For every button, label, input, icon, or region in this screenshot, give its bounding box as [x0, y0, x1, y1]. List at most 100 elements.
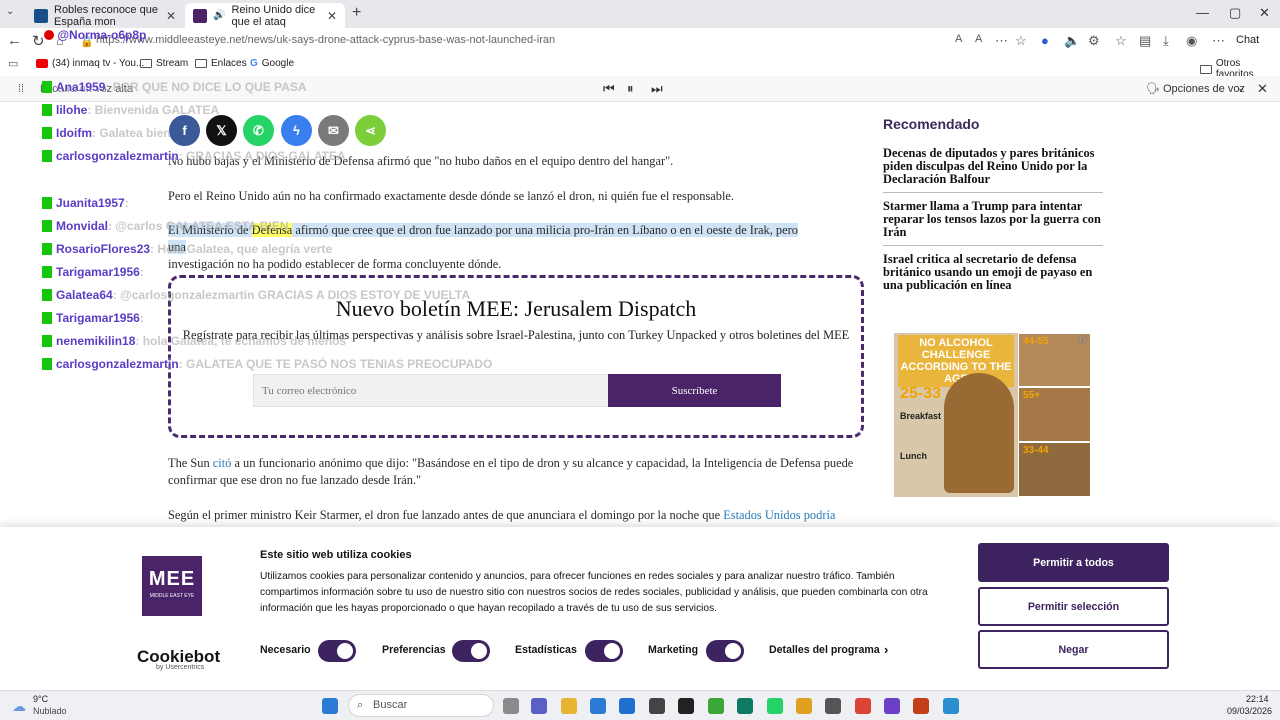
profile-icon[interactable]: ◉: [1186, 33, 1197, 49]
copilot-chat-button[interactable]: Chat: [1236, 34, 1259, 46]
recommended-item[interactable]: Decenas de diputados y pares británicos …: [883, 147, 1103, 193]
facebook-share-button[interactable]: f: [169, 115, 200, 146]
chrome-icon[interactable]: [796, 698, 812, 714]
app-icon[interactable]: [943, 698, 959, 714]
app-icon[interactable]: [678, 698, 694, 714]
chevron-right-icon[interactable]: ›: [884, 642, 888, 657]
task-view-icon[interactable]: [503, 698, 519, 714]
messenger-share-button[interactable]: ϟ: [281, 115, 312, 146]
menu-icon[interactable]: ⋯: [1212, 33, 1225, 49]
windows-start-icon[interactable]: [322, 698, 338, 714]
preferences-toggle[interactable]: [452, 640, 490, 662]
maximize-icon[interactable]: ▢: [1229, 5, 1241, 21]
file-explorer-icon[interactable]: [561, 698, 577, 714]
minimize-icon[interactable]: —: [1196, 5, 1209, 20]
kick-icon: [42, 289, 52, 301]
chat-message: nenemikilin18: hola Galatea, te echamos …: [42, 334, 346, 348]
mail-icon[interactable]: [590, 698, 606, 714]
translate-icon[interactable]: A: [955, 33, 962, 45]
edge-icon[interactable]: [737, 698, 753, 714]
allow-all-button[interactable]: Permitir a todos: [978, 543, 1169, 582]
download-icon[interactable]: ⤓: [1163, 33, 1169, 49]
fav-youtube[interactable]: (34) inmaq tv - You...: [36, 58, 144, 69]
allow-selection-button[interactable]: Permitir selección: [978, 587, 1169, 626]
speaker-icon[interactable]: 🔈: [1064, 33, 1080, 49]
subscribe-button[interactable]: Suscríbete: [608, 374, 781, 407]
sidebar-icon[interactable]: ▭: [8, 57, 18, 70]
article-link[interactable]: Estados Unidos podría: [723, 508, 835, 522]
necessary-toggle[interactable]: [318, 640, 356, 662]
chat-header-user: @Norma-o6p8p: [44, 28, 146, 42]
close-tab-icon[interactable]: ✕: [166, 9, 176, 23]
fav-stream[interactable]: Stream: [140, 58, 188, 69]
previous-icon[interactable]: ⏮: [603, 81, 615, 97]
chat-message: carlosgonzalezmartin: GRACIAS A DIOS GAL…: [42, 149, 346, 163]
email-share-button[interactable]: ✉: [318, 115, 349, 146]
more-share-button[interactable]: ⋖: [355, 115, 386, 146]
fav-label: Google: [261, 58, 295, 69]
star-icon[interactable]: ☆: [1015, 33, 1027, 49]
powerpoint-icon[interactable]: [913, 698, 929, 714]
recommended-item[interactable]: Starmer llama a Trump para intentar repa…: [883, 200, 1103, 246]
app-icon[interactable]: [708, 698, 724, 714]
back-icon[interactable]: ←: [7, 32, 22, 49]
outlook-icon[interactable]: [619, 698, 635, 714]
whatsapp-share-button[interactable]: ✆: [243, 115, 274, 146]
pause-icon[interactable]: ⏸: [627, 81, 634, 97]
kick-icon: [42, 335, 52, 347]
favorites-icon[interactable]: ☆: [1115, 33, 1127, 49]
kick-icon: [42, 358, 52, 370]
newsletter-email-input[interactable]: [253, 374, 609, 407]
read-aloud-icon[interactable]: A: [975, 33, 982, 45]
chat-text: :: [139, 311, 144, 325]
recommended-title: Recomendado: [883, 116, 980, 132]
new-tab-icon[interactable]: +: [352, 4, 361, 22]
app-icon[interactable]: [884, 698, 900, 714]
chat-user: RosarioFlores23: [56, 242, 151, 256]
marketing-toggle[interactable]: [706, 640, 744, 662]
logo-text: MEE: [148, 568, 196, 590]
whatsapp-icon: ✆: [253, 122, 264, 138]
teams-icon[interactable]: [531, 698, 547, 714]
x-share-button[interactable]: 𝕏: [206, 115, 237, 146]
extension-icon[interactable]: ●: [1041, 33, 1049, 48]
advertisement[interactable]: NO ALCOHOL CHALLENGE ACCORDING TO THE AG…: [894, 333, 1091, 497]
more-icon[interactable]: ⋯: [995, 33, 1008, 49]
search-icon: ⌕: [357, 699, 364, 711]
ad-age-range: 55+: [1023, 390, 1040, 401]
collections-icon[interactable]: ▤: [1139, 33, 1151, 49]
folder-icon: [1200, 64, 1212, 74]
toggle-label: Preferencias: [382, 644, 446, 656]
taskbar-search[interactable]: ⌕ Buscar: [348, 694, 494, 717]
whatsapp-icon[interactable]: [767, 698, 783, 714]
chat-user: nenemikilin18: [56, 334, 136, 348]
details-link[interactable]: Detalles del programa: [769, 644, 880, 656]
app-icon[interactable]: [825, 698, 841, 714]
fav-enlaces[interactable]: Enlaces: [195, 58, 247, 69]
close-window-icon[interactable]: ✕: [1259, 5, 1270, 21]
tab-list-icon[interactable]: ⌄: [6, 6, 14, 17]
close-read-aloud-icon[interactable]: ✕: [1257, 81, 1268, 97]
recommended-item[interactable]: Israel critica al secretario de defensa …: [883, 253, 1103, 298]
fav-google[interactable]: G Google: [250, 58, 294, 69]
chrome-icon[interactable]: [855, 698, 871, 714]
refresh-icon[interactable]: ↻: [32, 32, 45, 50]
kick-icon: [42, 104, 52, 116]
app-icon[interactable]: [649, 698, 665, 714]
chat-text: : hola Galatea, te echamos de menos: [135, 334, 347, 348]
ad-choices-icon[interactable]: ⓘ: [1078, 333, 1087, 346]
toggle-label: Necesario: [260, 644, 311, 656]
extensions-icon[interactable]: ⚙: [1088, 33, 1100, 49]
deny-button[interactable]: Negar: [978, 630, 1169, 669]
article-link[interactable]: citó: [213, 456, 232, 470]
tab-robles[interactable]: Robles reconoce que España mon ✕: [26, 3, 184, 28]
url-text[interactable]: https://www.middleeasteye.net/news/uk-sa…: [96, 34, 555, 46]
messenger-icon: ϟ: [293, 123, 300, 138]
voice-options-button[interactable]: Opciones de voz: [1163, 83, 1245, 95]
chat-message: Galatea64: @carlosgonzalezmartin GRACIAS…: [42, 288, 470, 302]
next-icon[interactable]: ⏭: [651, 81, 663, 97]
tab-reino-unido[interactable]: 🔊 Reino Unido dice que el ataq ✕: [185, 3, 345, 28]
chevron-down-icon[interactable]: ⌄: [1237, 83, 1245, 94]
statistics-toggle[interactable]: [585, 640, 623, 662]
close-tab-icon[interactable]: ✕: [327, 9, 337, 23]
